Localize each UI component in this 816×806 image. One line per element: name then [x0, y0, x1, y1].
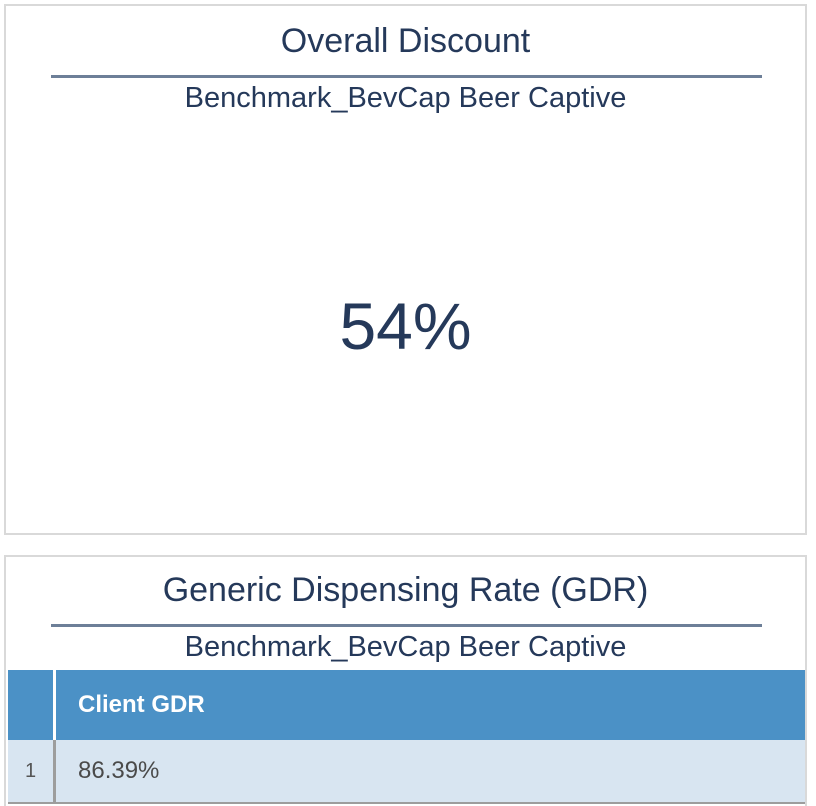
title-divider: [51, 624, 762, 627]
table-row[interactable]: 1 86.39%: [8, 740, 805, 804]
panel-title: Overall Discount: [280, 22, 531, 60]
title-divider: [51, 75, 762, 78]
gdr-table: Client GDR 1 86.39%: [8, 670, 805, 804]
panel-subtitle: Benchmark_BevCap Beer Captive: [184, 631, 627, 663]
discount-value: 54%: [339, 289, 472, 363]
overall-discount-panel: Overall Discount Benchmark_BevCap Beer C…: [4, 4, 807, 535]
client-gdr-column-header[interactable]: Client GDR: [54, 670, 805, 740]
table-header-row: Client GDR: [8, 670, 805, 740]
gdr-panel: Generic Dispensing Rate (GDR) Benchmark_…: [4, 555, 807, 806]
panel-title: Generic Dispensing Rate (GDR): [162, 571, 649, 609]
index-column-header[interactable]: [8, 670, 56, 740]
row-index: 1: [8, 740, 56, 804]
client-gdr-cell: 86.39%: [54, 740, 805, 804]
panel-subtitle: Benchmark_BevCap Beer Captive: [184, 82, 627, 114]
